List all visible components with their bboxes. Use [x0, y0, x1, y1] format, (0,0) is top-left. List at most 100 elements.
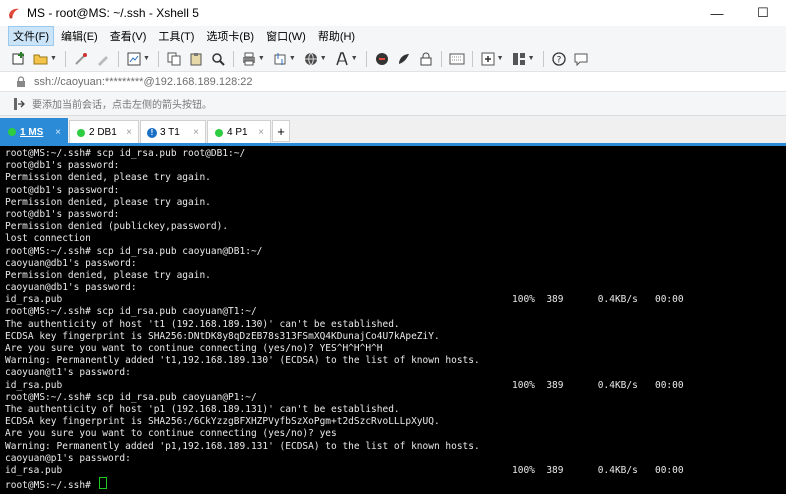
terminal-line: ECDSA key fingerprint is SHA256:DNtDK8y8… [5, 331, 786, 343]
terminal-line: Warning: Permanently added 't1,192.168.1… [5, 355, 786, 367]
close-icon[interactable]: × [258, 127, 264, 138]
terminal-cursor [98, 477, 107, 490]
tab-p1[interactable]: 4 P1 × [207, 120, 271, 144]
terminal-line-text: The authenticity of host 'p1 (192.168.18… [5, 403, 400, 415]
terminal-line: root@MS:~/.ssh# scp id_rsa.pub caoyuan@T… [5, 306, 786, 318]
info-icon: ! [147, 127, 157, 138]
terminal-line-text: Warning: Permanently added 't1,192.168.1… [5, 355, 480, 367]
terminal-line-text: lost connection [5, 233, 91, 245]
close-icon[interactable]: × [126, 127, 132, 138]
chevron-down-icon[interactable]: ▼ [320, 55, 327, 62]
terminal-prompt: root@MS:~/.ssh# [5, 480, 97, 492]
paste-icon[interactable] [188, 51, 204, 67]
chevron-down-icon[interactable]: ▼ [497, 55, 504, 62]
toolbar-separator [542, 50, 544, 67]
new-tab-icon[interactable] [480, 51, 496, 67]
transfer-stats: 100% 389 0.4KB/s 00:00 [512, 379, 684, 391]
terminal-line-text: id_rsa.pub [5, 379, 63, 391]
menu-bar: 文件(F) 编辑(E) 查看(V) 工具(T) 选项卡(B) 窗口(W) 帮助(… [0, 26, 786, 46]
terminal-line-text: root@MS:~/.ssh# scp id_rsa.pub caoyuan@T… [5, 306, 257, 318]
close-icon[interactable]: × [55, 127, 61, 138]
terminal-line-text: ECDSA key fingerprint is SHA256:DNtDK8y8… [5, 330, 440, 342]
disconnect-icon[interactable] [73, 51, 89, 67]
toolbar-separator [232, 50, 234, 67]
terminal-line-text: Permission denied, please try again. [5, 269, 211, 281]
copy-icon[interactable] [166, 51, 182, 67]
terminal-line: caoyuan@p1's password: [5, 453, 786, 465]
terminal-line-text: caoyuan@db1's password: [5, 282, 137, 294]
transfer-icon[interactable] [272, 51, 288, 67]
transfer-stats: 100% 389 0.4KB/s 00:00 [512, 464, 684, 476]
window-title: MS - root@MS: ~/.ssh - Xshell 5 [27, 6, 199, 20]
menu-help[interactable]: 帮助(H) [313, 26, 360, 46]
toolbar-separator [440, 50, 442, 67]
terminal-line: root@db1's password: [5, 160, 786, 172]
xmanager-icon[interactable] [396, 51, 412, 67]
terminal-line: caoyuan@db1's password: [5, 258, 786, 270]
terminal-line: root@MS:~/.ssh# scp id_rsa.pub root@DB1:… [5, 148, 786, 160]
menu-edit[interactable]: 编辑(E) [56, 26, 103, 46]
globe-icon[interactable] [303, 51, 319, 67]
terminal-line-text: Permission denied, please try again. [5, 196, 211, 208]
terminal-line-text: id_rsa.pub [5, 294, 63, 306]
layout-icon[interactable] [511, 51, 527, 67]
maximize-button[interactable]: ☐ [740, 0, 786, 26]
open-folder-icon[interactable] [33, 51, 49, 67]
terminal-line: id_rsa.pub 100% 389 0.4KB/s 00:00 [5, 380, 786, 392]
new-session-icon[interactable] [11, 51, 27, 67]
terminal-line: Are you sure you want to continue connec… [5, 343, 786, 355]
chevron-down-icon[interactable]: ▼ [289, 55, 296, 62]
close-icon[interactable]: × [193, 127, 199, 138]
print-icon[interactable] [241, 51, 257, 67]
menu-tools[interactable]: 工具(T) [153, 26, 199, 46]
tab-db1[interactable]: 2 DB1 × [69, 120, 139, 144]
font-icon[interactable] [334, 51, 350, 67]
help-icon[interactable]: ? [551, 51, 567, 67]
chevron-down-icon[interactable]: ▼ [528, 55, 535, 62]
menu-file[interactable]: 文件(F) [8, 26, 55, 46]
menu-window[interactable]: 窗口(W) [261, 26, 311, 46]
menu-tabs[interactable]: 选项卡(B) [201, 26, 259, 46]
lock-icon[interactable] [418, 51, 434, 67]
toolbar-separator [365, 50, 367, 67]
tab-label: 4 P1 [227, 127, 248, 138]
terminal-line: lost connection [5, 233, 786, 245]
terminal-line-text: root@MS:~/.ssh# scp id_rsa.pub caoyuan@P… [5, 391, 257, 403]
chevron-down-icon[interactable]: ▼ [50, 55, 57, 62]
chevron-down-icon[interactable]: ▼ [143, 55, 150, 62]
terminal-line: The authenticity of host 't1 (192.168.18… [5, 319, 786, 331]
chevron-down-icon[interactable]: ▼ [351, 55, 358, 62]
terminal-line-text: caoyuan@db1's password: [5, 257, 137, 269]
chat-icon[interactable] [573, 51, 589, 67]
xftp-icon[interactable] [374, 51, 390, 67]
tab-ms[interactable]: 1 MS × [0, 118, 68, 145]
terminal-line-text: root@db1's password: [5, 184, 120, 196]
toolbar-separator [471, 50, 473, 67]
hint-text: 要添加当前会话，点击左侧的箭头按钮。 [32, 100, 212, 111]
add-session-arrow-icon[interactable] [13, 97, 27, 111]
properties-icon[interactable] [126, 51, 142, 67]
tab-bar: 1 MS × 2 DB1 × ! 3 T1 × 4 P1 × + [0, 116, 786, 145]
toolbar-separator [117, 50, 119, 67]
menu-view[interactable]: 查看(V) [105, 26, 152, 46]
terminal-line-text: Are you sure you want to continue connec… [5, 428, 337, 440]
session-address[interactable]: ssh://caoyuan:*********@192.168.189.128:… [34, 76, 253, 88]
find-icon[interactable] [210, 51, 226, 67]
hint-bar: 要添加当前会话，点击左侧的箭头按钮。 [0, 92, 786, 116]
terminal-output[interactable]: root@MS:~/.ssh# scp id_rsa.pub root@DB1:… [0, 146, 786, 494]
tab-t1[interactable]: ! 3 T1 × [140, 120, 206, 144]
address-bar: ssh://caoyuan:*********@192.168.189.128:… [0, 72, 786, 92]
edit-icon[interactable] [95, 51, 111, 67]
title-bar: MS - root@MS: ~/.ssh - Xshell 5 — ☐ [0, 0, 786, 26]
minimize-button[interactable]: — [694, 0, 740, 26]
terminal-line: ECDSA key fingerprint is SHA256:/6CkYzzg… [5, 416, 786, 428]
terminal-line: root@MS:~/.ssh# scp id_rsa.pub caoyuan@D… [5, 246, 786, 258]
keyboard-icon[interactable] [449, 51, 465, 67]
terminal-line: Permission denied, please try again. [5, 172, 786, 184]
terminal-line: Permission denied, please try again. [5, 197, 786, 209]
toolbar: ▼ ▼ ▼ ▼ ▼ ▼ ▼ ▼ ? [0, 46, 786, 72]
chevron-down-icon[interactable]: ▼ [258, 55, 265, 62]
status-dot-icon [77, 128, 85, 137]
add-tab-button[interactable]: + [272, 120, 290, 142]
terminal-prompt-line[interactable]: root@MS:~/.ssh# [5, 477, 786, 492]
